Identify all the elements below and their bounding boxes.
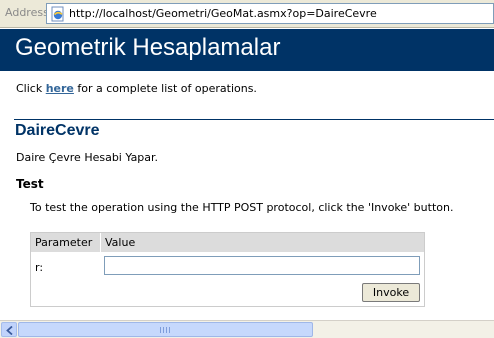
column-header-parameter: Parameter [35, 236, 93, 249]
invoke-form: Parameter Value r: Invoke [30, 232, 425, 307]
intro-text: Click here for a complete list of operat… [16, 82, 257, 95]
form-header: Parameter Value [31, 233, 424, 252]
page-title: Geometrik Hesaplamalar [15, 34, 281, 61]
page-banner: Geometrik Hesaplamalar [0, 29, 494, 71]
param-input-r[interactable] [104, 256, 420, 275]
intro-prefix: Click [16, 82, 46, 95]
scroll-thumb[interactable] [18, 322, 313, 337]
column-header-value: Value [105, 236, 136, 249]
header-separator [100, 233, 101, 252]
operation-title: DaireCevre [15, 122, 100, 139]
thumb-grip [163, 327, 164, 333]
thumb-grip [160, 327, 161, 333]
invoke-button[interactable]: Invoke [362, 283, 420, 302]
thumb-grip [169, 327, 170, 333]
address-field[interactable]: http://localhost/Geometri/GeoMat.asmx?op… [46, 3, 494, 24]
scroll-left-button[interactable] [1, 322, 17, 337]
thumb-grip [166, 327, 167, 333]
operation-description: Daire Çevre Hesabi Yapar. [16, 151, 159, 164]
intro-suffix: for a complete list of operations. [73, 82, 257, 95]
test-instructions: To test the operation using the HTTP POS… [30, 201, 454, 214]
operations-list-link[interactable]: here [46, 82, 74, 95]
horizontal-scrollbar[interactable] [0, 320, 494, 338]
test-heading: Test [16, 177, 44, 191]
divider [14, 119, 494, 120]
address-url: http://localhost/Geometri/GeoMat.asmx?op… [69, 7, 377, 20]
param-label-r: r: [35, 261, 44, 274]
address-bar: Address http://localhost/Geometri/GeoMat… [0, 0, 494, 28]
arrow-left-icon [6, 326, 13, 335]
address-label: Address [5, 6, 49, 19]
ie-page-icon [50, 6, 66, 22]
